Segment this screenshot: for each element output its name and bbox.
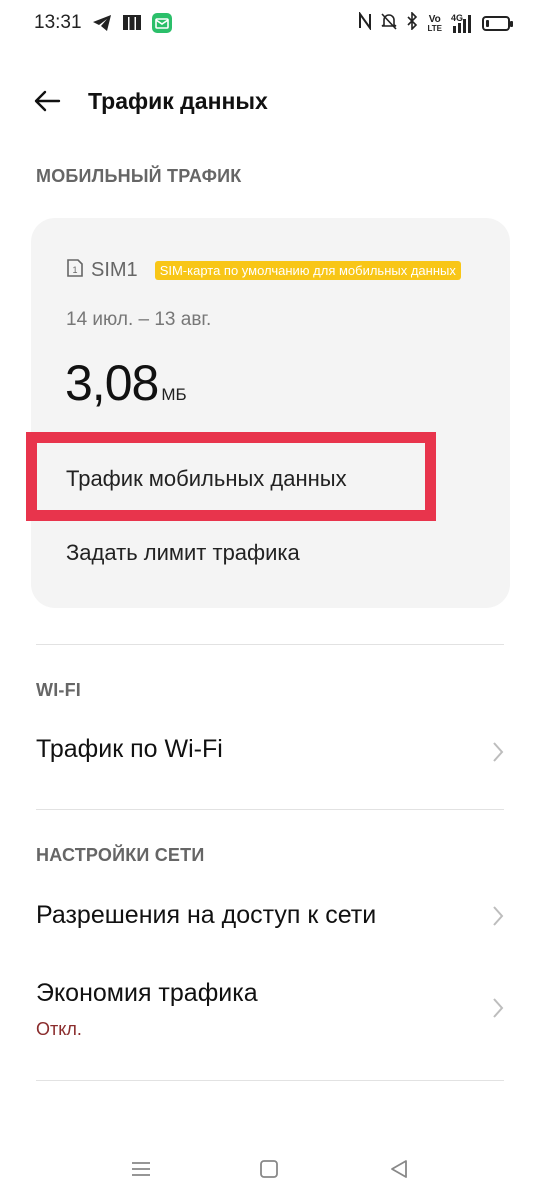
set-data-limit-link[interactable]: Задать лимит трафика	[66, 540, 300, 566]
divider	[36, 644, 504, 645]
network-permissions-item[interactable]: Разрешения на доступ к сети	[0, 884, 540, 948]
navigation-bar	[0, 1140, 540, 1200]
data-saver-status: Откл.	[36, 1019, 82, 1039]
battery-level-fill	[486, 20, 489, 27]
svg-text:1: 1	[73, 265, 78, 275]
battery-icon	[482, 16, 513, 31]
highlight-annotation-box	[26, 432, 436, 521]
page-title: Трафик данных	[88, 88, 268, 114]
sim-row: 1 SIM1 SIM-карта по умолчанию для мобиль…	[66, 258, 461, 283]
signal-icon: 4G	[451, 13, 473, 34]
sim-card-icon: 1	[66, 258, 84, 283]
sim-usage-card: 1 SIM1 SIM-карта по умолчанию для мобиль…	[31, 218, 510, 608]
system-icons: Vo LTE 4G	[358, 10, 513, 35]
back-button[interactable]	[30, 84, 64, 118]
volte-icon: Vo LTE	[427, 13, 442, 33]
mobile-traffic-section-header: МОБИЛЬНЫЙ ТРАФИК	[36, 166, 242, 186]
divider	[36, 809, 504, 810]
home-button[interactable]	[254, 1154, 284, 1184]
wifi-traffic-item[interactable]: Трафик по Wi-Fi	[0, 720, 540, 784]
bluetooth-icon	[406, 11, 418, 35]
square-icon	[260, 1160, 278, 1178]
volte-vo-text: Vo	[428, 13, 441, 25]
sim-manager-icon	[122, 14, 142, 37]
billing-period: 14 июл. – 13 авг.	[66, 309, 212, 330]
chevron-right-icon	[490, 997, 506, 1019]
default-sim-badge: SIM-карта по умолчанию для мобильных дан…	[154, 261, 461, 280]
divider	[36, 1080, 504, 1081]
mail-app-icon	[152, 13, 172, 38]
wifi-traffic-label: Трафик по Wi-Fi	[36, 735, 223, 763]
usage-value: 3,08	[65, 355, 159, 411]
usage-amount: 3,08 МБ	[65, 354, 187, 412]
nfc-icon	[358, 10, 372, 35]
recent-apps-button[interactable]	[126, 1154, 156, 1184]
nav-back-button[interactable]	[384, 1154, 414, 1184]
usage-unit: МБ	[161, 385, 187, 404]
sim-label: SIM1	[91, 259, 138, 281]
notification-icons	[92, 13, 172, 38]
volte-lte-text: LTE	[427, 23, 442, 33]
chevron-right-icon	[490, 741, 506, 763]
chevron-right-icon	[490, 905, 506, 927]
mute-icon	[381, 12, 398, 35]
network-permissions-label: Разрешения на доступ к сети	[36, 901, 377, 929]
menu-icon	[132, 1162, 150, 1176]
wifi-section-header: WI-FI	[36, 680, 81, 700]
status-time: 13:31	[34, 12, 82, 33]
status-bar: 13:31 Vo LTE 4G	[0, 0, 540, 46]
telegram-icon	[92, 14, 112, 37]
network-settings-section-header: НАСТРОЙКИ СЕТИ	[36, 845, 205, 865]
data-saver-label: Экономия трафика	[36, 979, 258, 1007]
back-arrow-icon	[34, 90, 61, 112]
data-saver-item[interactable]: Экономия трафика Откл.	[0, 965, 540, 1049]
triangle-back-icon	[391, 1160, 407, 1178]
